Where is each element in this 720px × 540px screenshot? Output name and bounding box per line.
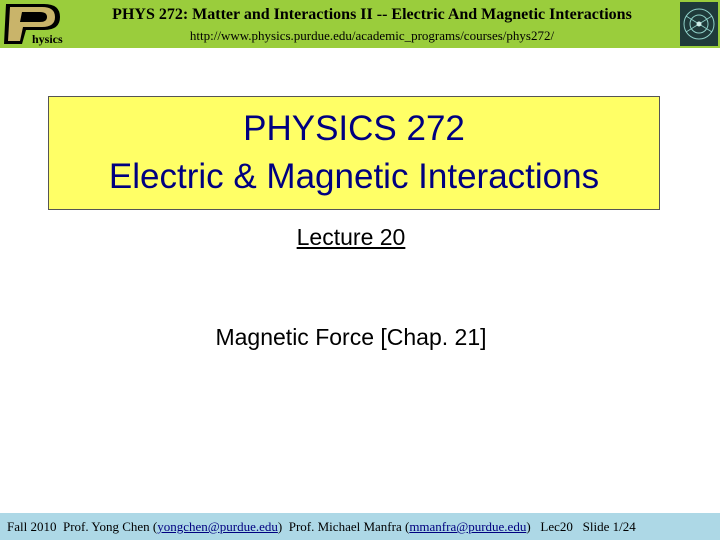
- footer-lecture: Lec20: [540, 519, 573, 534]
- footer-slide-number: Slide 1/24: [582, 519, 636, 534]
- footer-prof1-suffix: ): [277, 519, 283, 534]
- footer-term: Fall 2010: [7, 519, 57, 534]
- footer-text: Fall 2010 Prof. Yong Chen (yongchen@purd…: [7, 519, 636, 535]
- slide-title-subject: Electric & Magnetic Interactions: [108, 157, 600, 196]
- slide-title-box: PHYSICS 272 Electric & Magnetic Interact…: [48, 96, 660, 210]
- course-url: http://www.physics.purdue.edu/academic_p…: [189, 28, 555, 43]
- prof2-email-link[interactable]: mmanfra@purdue.edu: [409, 519, 526, 534]
- footer-prof2-suffix: ): [526, 519, 531, 534]
- lecture-number: Lecture 20: [0, 224, 702, 251]
- slide-footer: Fall 2010 Prof. Yong Chen (yongchen@purd…: [0, 513, 720, 540]
- slide-header: hysics PHYS 272: Matter and Interactions…: [0, 0, 720, 48]
- footer-prof1-prefix: Prof. Yong Chen (: [62, 519, 158, 534]
- purdue-p-logo-icon: hysics: [4, 4, 63, 46]
- lecture-label: Lecture 20: [296, 224, 406, 250]
- lecture-topic: Magnetic Force [Chap. 21]: [215, 324, 487, 350]
- course-title: PHYS 272: Matter and Interactions II -- …: [112, 6, 632, 23]
- slide-title-course: PHYSICS 272: [243, 109, 465, 148]
- footer-prof2-prefix: Prof. Michael Manfra (: [288, 519, 410, 534]
- logo-text: hysics: [32, 32, 63, 46]
- prof1-email-link[interactable]: yongchen@purdue.edu: [157, 519, 278, 534]
- department-seal-logo-icon: [680, 2, 718, 46]
